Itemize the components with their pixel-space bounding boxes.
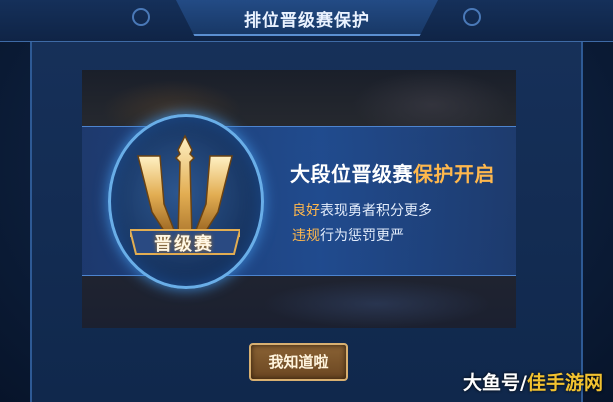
reward-line: 良好表现勇者积分更多 [292, 200, 432, 220]
watermark-site: 佳手游网 [526, 372, 603, 394]
headline-text: 大段位晋级赛 [290, 162, 413, 186]
game-scene: 排位晋级赛保护 晋级赛 大段位晋级赛保护开启 良好表现勇者积分更多 违规行为惩罚… [0, 0, 613, 402]
emblem-label: 晋级赛 [154, 234, 214, 255]
watermark: 大鱼号/佳手游网 [463, 368, 603, 395]
confirm-button[interactable]: 我知道啦 [249, 343, 348, 381]
dialog-title: 排位晋级赛保护 [244, 11, 370, 31]
reward-keyword: 良好 [292, 203, 320, 219]
corner-ornament-left [132, 8, 150, 26]
watermark-source: 大鱼号/ [463, 372, 527, 394]
headline: 大段位晋级赛保护开启 [290, 158, 495, 187]
penalty-keyword: 违规 [292, 228, 320, 244]
banner-backdrop [262, 280, 492, 328]
penalty-text: 行为惩罚更严 [320, 228, 404, 244]
headline-highlight: 保护开启 [413, 162, 495, 186]
corner-ornament-right [463, 8, 481, 26]
promo-banner: 晋级赛 大段位晋级赛保护开启 良好表现勇者积分更多 违规行为惩罚更严 [82, 70, 516, 328]
penalty-line: 违规行为惩罚更严 [292, 225, 404, 245]
reward-text: 表现勇者积分更多 [320, 203, 432, 219]
